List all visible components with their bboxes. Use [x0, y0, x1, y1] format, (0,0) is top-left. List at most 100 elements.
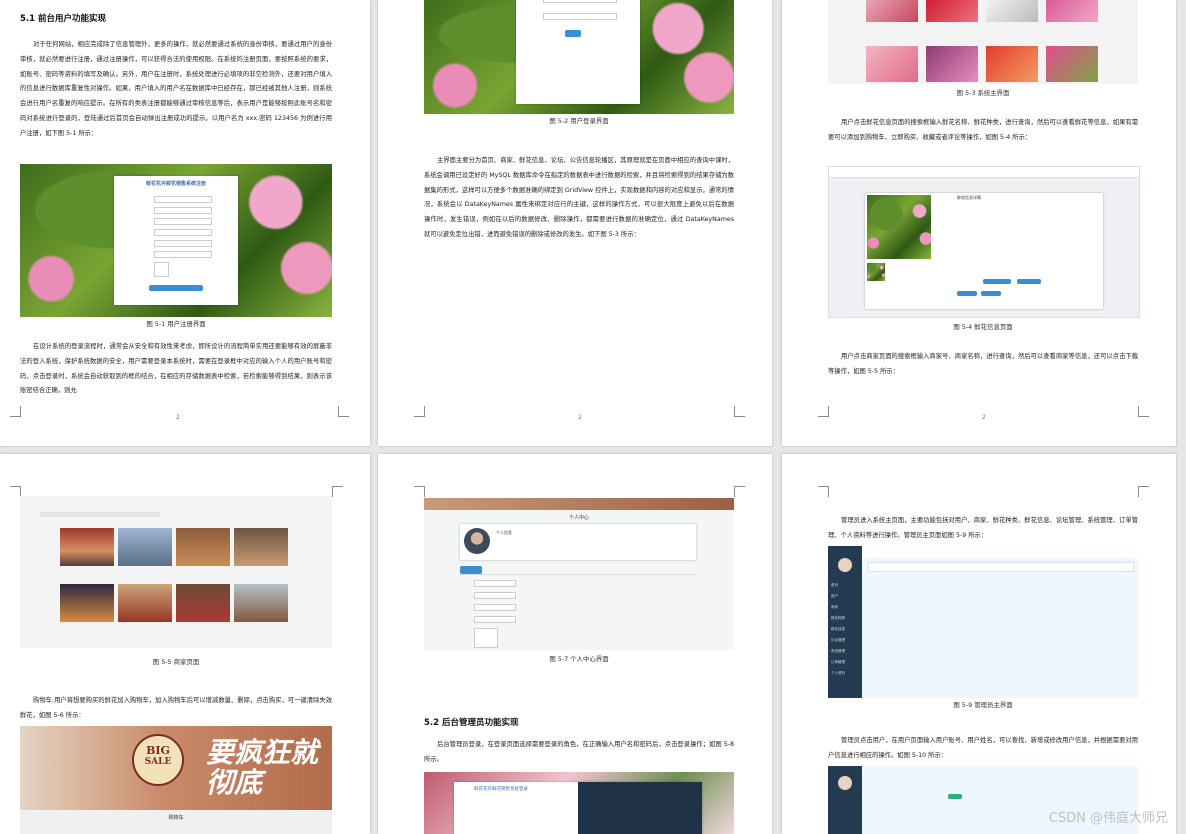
- admin-login-side: [578, 782, 702, 834]
- merchant-thumbnail: [118, 528, 172, 566]
- flower-thumbnail: [986, 46, 1038, 82]
- figure-caption: 图 5-1 用户注册界面: [146, 320, 206, 328]
- flower-thumbnail: [986, 0, 1038, 22]
- profile-user-name: 个人信息: [496, 530, 512, 535]
- section-heading: 5.2 后台管理员功能实现: [424, 718, 519, 728]
- paragraph: 用户点击商家页面的搜索框输入商家号、商家名称，进行查询，然后可以查看商家等信息，…: [828, 353, 1138, 375]
- admin-login-title: 鲜花花卉鲜花销售系统登录: [474, 787, 528, 792]
- profile-tabs: [460, 566, 696, 575]
- merchant-thumbnail: [234, 528, 288, 566]
- figure-profile-screenshot: 个人中心 个人信息: [424, 498, 734, 650]
- profile-field: [474, 592, 516, 599]
- paragraph: 管理员点击用户，在用户页面输入用户账号、用户姓名，可以查找，新增或修改用户信息，…: [828, 737, 1138, 759]
- profile-field: [474, 604, 516, 611]
- search-bar-graphic: [40, 512, 160, 517]
- admin-menu-item: 系统管理: [831, 649, 845, 653]
- upload-box: [154, 262, 169, 277]
- profile-field: [474, 580, 516, 587]
- sale-badge-big: BIG: [146, 744, 170, 757]
- buy-button-graphic: [1017, 279, 1041, 284]
- paragraph: 对于任何网站，相应完成除了信息管理外，更多的操作，就必然要通过系统的身份审核，要…: [20, 41, 332, 137]
- flower-main-image: [867, 195, 931, 259]
- sale-badge-sale: SALE: [144, 757, 172, 767]
- form-field: [154, 251, 212, 258]
- corner-mark: [10, 406, 21, 417]
- collect-button-graphic: [957, 291, 977, 296]
- admin-menu-item: 订单管理: [831, 660, 845, 664]
- flower-thumbnail: [926, 46, 978, 82]
- profile-field: [474, 616, 516, 623]
- paragraph: 在设计系统的登录流程时，通常会从安全和有效性来考虑，即所设计的流程简单实用还要能…: [20, 343, 332, 395]
- figure-admin-login-screenshot: 鲜花花卉鲜花销售系统登录: [424, 772, 734, 834]
- figure-flower-detail-screenshot: 鲜花信息详情: [828, 166, 1140, 318]
- section-heading: 5.1 前台用户功能实现: [20, 14, 107, 24]
- corner-mark: [1138, 406, 1149, 417]
- figure-caption: 图 5-5 商家页面: [152, 658, 200, 666]
- password-field: [543, 13, 617, 20]
- register-form-card: 鲜花花卉鲜花销售系统注册: [114, 176, 238, 305]
- admin-breadcrumb: [868, 562, 1134, 572]
- avatar: [464, 528, 490, 554]
- paragraph: 购物车:用户将想要购买的鲜花加入购物车，加入购物车后可以增减数量、删除，点击购买…: [20, 697, 332, 719]
- paragraph: 用户点击鲜花信息页面的搜索框输入鲜花名称、鲜花种类，进行查询，然后可以查看鲜花等…: [828, 119, 1138, 141]
- page-number: 2: [982, 414, 986, 421]
- admin-menu-item: 用户: [831, 594, 838, 598]
- flower-small-image: [867, 263, 885, 281]
- corner-mark: [414, 406, 425, 417]
- figure-caption: 图 5-7 个人中心界面: [549, 655, 609, 663]
- cart-title: 购物车: [168, 815, 184, 821]
- admin-menu-item: 论坛管理: [831, 638, 845, 642]
- admin-menu-item: 鲜花种类: [831, 616, 845, 620]
- merchant-thumbnail: [60, 584, 114, 622]
- cart-bar: 购物车: [20, 810, 332, 834]
- figure-merchant-screenshot: [20, 496, 332, 648]
- admin-login-card: 鲜花花卉鲜花销售系统登录: [454, 782, 702, 834]
- register-button-graphic: [149, 285, 203, 291]
- figure-caption: 图 5-9 管理员主界面: [953, 701, 1013, 709]
- figure-login-screenshot: [424, 0, 734, 114]
- avatar-upload-box: [474, 628, 498, 648]
- document-page-1: 5.1 前台用户功能实现 对于任何网站，相应完成除了信息管理外，更多的操作，就必…: [0, 0, 370, 446]
- figure-admin-main-screenshot: 首页 用户 商家 鲜花种类 鲜花信息 论坛管理 系统管理 订单管理 个人资料: [828, 546, 1138, 698]
- detail-title: 鲜花信息详情: [957, 195, 981, 200]
- profile-title: 个人中心: [568, 515, 589, 521]
- form-field: [154, 240, 212, 247]
- detail-panel: 鲜花信息详情: [865, 193, 1103, 309]
- username-field: [543, 0, 617, 3]
- paragraph: 后台管理员登录，在登录页面选择需要登录的角色，在正确输入用户名和密码后，点击登录…: [424, 741, 734, 763]
- page-number: 2: [578, 414, 582, 421]
- flower-thumbnail: [1046, 0, 1098, 22]
- form-field: [154, 207, 212, 214]
- figure-register-screenshot: 鲜花花卉鲜花销售系统注册: [20, 164, 332, 317]
- page-number: 2: [176, 414, 180, 421]
- merchant-thumbnail: [176, 584, 230, 622]
- profile-banner: [424, 498, 734, 510]
- admin-avatar: [838, 558, 852, 572]
- document-page-4: 图 5-5 商家页面 购物车:用户将想要购买的鲜花加入购物车，加入购物车后可以增…: [0, 454, 370, 834]
- corner-mark: [338, 406, 349, 417]
- corner-mark: [414, 486, 425, 497]
- login-form-card: [516, 0, 640, 104]
- flower-thumbnail: [866, 46, 918, 82]
- detail-top-bar: [829, 167, 1139, 178]
- figure-cart-screenshot: BIG SALE 要疯狂就彻底 购物车: [20, 726, 332, 834]
- document-page-3: 图 5-3 系统主界面 用户点击鲜花信息页面的搜索框输入鲜花名称、鲜花种类，进行…: [782, 0, 1176, 446]
- admin-menu-item: 首页: [831, 583, 838, 587]
- document-page-6: 管理员进入系统主页面，主要功能包括对用户、商家、鲜花种类、鲜花信息、论坛管理、系…: [782, 454, 1176, 834]
- search-button-graphic: [948, 794, 962, 799]
- corner-mark: [734, 486, 745, 497]
- corner-mark: [1138, 486, 1149, 497]
- corner-mark: [332, 486, 343, 497]
- flower-thumbnail: [866, 0, 918, 22]
- flower-thumbnail: [1046, 46, 1098, 82]
- merchant-thumbnail: [176, 528, 230, 566]
- figure-caption: 图 5-2 用户登录界面: [549, 117, 609, 125]
- paragraph: 主界面主要分为首页、商家、鲜花信息、论坛、公告信息轮播区，其原理就是在页面中相应…: [424, 157, 734, 238]
- csdn-watermark: CSDN @伟庭大师兄: [1048, 811, 1168, 826]
- admin-sidebar-2: [828, 766, 862, 834]
- merchant-thumbnail: [118, 584, 172, 622]
- merchant-thumbnail: [234, 584, 288, 622]
- flower-thumbnail: [926, 0, 978, 22]
- figure-caption: 图 5-4 鲜花信息页面: [953, 323, 1013, 331]
- admin-menu-item: 个人资料: [831, 671, 845, 675]
